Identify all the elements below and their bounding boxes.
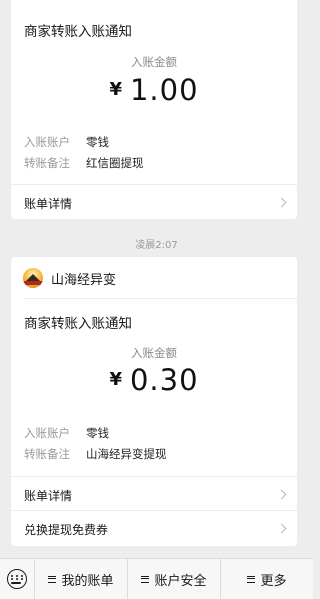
bottom-menu-bar: 我的账单 账户安全 更多 (0, 558, 313, 599)
chevron-right-icon (276, 489, 287, 500)
shanhaijing-logo (23, 268, 43, 288)
amount-label: 入账金额 (131, 55, 177, 69)
row-value: 零钱 (86, 426, 109, 440)
detail-row-remark: 转账备注 山海经异变提现 (24, 446, 167, 462)
card-title: 商家转账入账通知 (24, 24, 132, 40)
menu-list-icon (48, 575, 57, 583)
currency-symbol: ¥ (109, 79, 122, 100)
currency-symbol: ¥ (109, 369, 122, 390)
menu-list-icon (247, 575, 256, 583)
detail-row-account: 入账账户 零钱 (24, 134, 109, 150)
transfer-notice-card-2: 山海经异变 商家转账入账通知 入账金额 ¥0.30 入账账户 零钱 转账备注 山… (11, 257, 297, 546)
row-label: 入账账户 (24, 426, 70, 440)
chevron-right-icon (276, 523, 287, 534)
keyboard-icon (7, 569, 27, 589)
transfer-notice-card-1: 商家转账入账通知 入账金额 ¥1.00 入账账户 零钱 转账备注 红信圈提现 账… (11, 0, 297, 219)
amount-value: ¥1.00 (11, 73, 297, 107)
bill-details-link[interactable]: 账单详情 (11, 184, 297, 221)
link-label: 兑换提现免费券 (24, 522, 109, 537)
amount-number: 0.30 (129, 363, 199, 397)
menu-list-icon (141, 575, 150, 583)
detail-row-remark: 转账备注 红信圈提现 (24, 155, 144, 171)
menu-label: 我的账单 (61, 573, 114, 589)
chevron-right-icon (276, 197, 287, 208)
redeem-voucher-link[interactable]: 兑换提现免费券 (11, 510, 297, 547)
row-value: 山海经异变提现 (86, 447, 167, 461)
amount-number: 1.00 (129, 73, 199, 107)
divider (23, 298, 297, 299)
menu-account-security[interactable]: 账户安全 (128, 559, 221, 599)
sender-name: 山海经异变 (51, 272, 117, 288)
link-label: 账单详情 (24, 196, 73, 211)
link-label: 账单详情 (24, 488, 73, 503)
amount-label: 入账金额 (131, 346, 177, 360)
card-title: 商家转账入账通知 (24, 316, 132, 332)
row-label: 转账备注 (24, 447, 70, 461)
amount-value: ¥0.30 (11, 363, 297, 397)
row-value: 红信圈提现 (86, 156, 144, 170)
menu-more[interactable]: 更多 (221, 559, 313, 599)
row-label: 入账账户 (24, 135, 70, 149)
menu-label: 更多 (260, 573, 287, 589)
detail-row-account: 入账账户 零钱 (24, 425, 109, 441)
row-label: 转账备注 (24, 156, 70, 170)
menu-label: 账户安全 (154, 573, 207, 589)
menu-my-bills[interactable]: 我的账单 (35, 559, 128, 599)
keyboard-toggle-button[interactable] (0, 559, 35, 599)
row-value: 零钱 (86, 135, 109, 149)
message-timestamp: 凌晨2:07 (135, 240, 178, 251)
sender-header[interactable]: 山海经异变 (23, 267, 116, 289)
bill-details-link[interactable]: 账单详情 (11, 476, 297, 513)
